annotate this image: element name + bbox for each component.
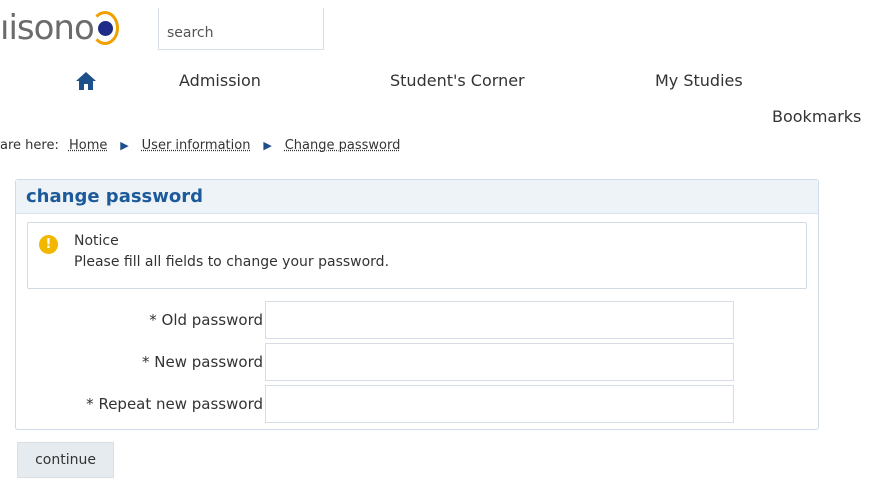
breadcrumb: are here: Home ▶ User information ▶ Chan…: [0, 138, 400, 153]
old-password-label: * Old password: [149, 311, 263, 329]
form-row-old-password: * Old password: [16, 301, 820, 339]
nav-item-my-studies[interactable]: My Studies: [655, 71, 743, 90]
continue-button[interactable]: continue: [17, 442, 114, 478]
new-password-field[interactable]: [265, 343, 734, 381]
chevron-right-icon: ▶: [120, 139, 129, 152]
form-row-repeat-password: * Repeat new password: [16, 385, 820, 423]
old-password-field[interactable]: [265, 301, 734, 339]
breadcrumb-user-information[interactable]: User information: [142, 138, 251, 153]
breadcrumb-change-password[interactable]: Change password: [285, 138, 401, 153]
bookmarks-link[interactable]: Bookmarks: [772, 107, 861, 126]
logo[interactable]: ıisono: [0, 8, 140, 48]
info-icon: !: [39, 235, 58, 254]
new-password-label: * New password: [142, 353, 263, 371]
notice-title: Notice: [74, 233, 119, 249]
search-input[interactable]: [158, 8, 324, 50]
change-password-panel: change password ! Notice Please fill all…: [15, 179, 819, 430]
form-row-new-password: * New password: [16, 343, 820, 381]
logo-dot: [98, 21, 113, 36]
breadcrumb-home[interactable]: Home: [69, 138, 107, 153]
breadcrumb-prefix: are here:: [0, 138, 59, 153]
notice-box: ! Notice Please fill all fields to chang…: [27, 222, 807, 289]
notice-text: Please fill all fields to change your pa…: [74, 254, 390, 270]
nav-item-admission[interactable]: Admission: [179, 71, 261, 90]
logo-text: ıisono: [0, 8, 95, 48]
nav-item-students-corner[interactable]: Student's Corner: [390, 71, 525, 90]
home-icon[interactable]: [75, 70, 97, 92]
panel-title: change password: [16, 180, 818, 214]
repeat-password-field[interactable]: [265, 385, 734, 423]
chevron-right-icon: ▶: [263, 139, 272, 152]
repeat-password-label: * Repeat new password: [86, 395, 263, 413]
